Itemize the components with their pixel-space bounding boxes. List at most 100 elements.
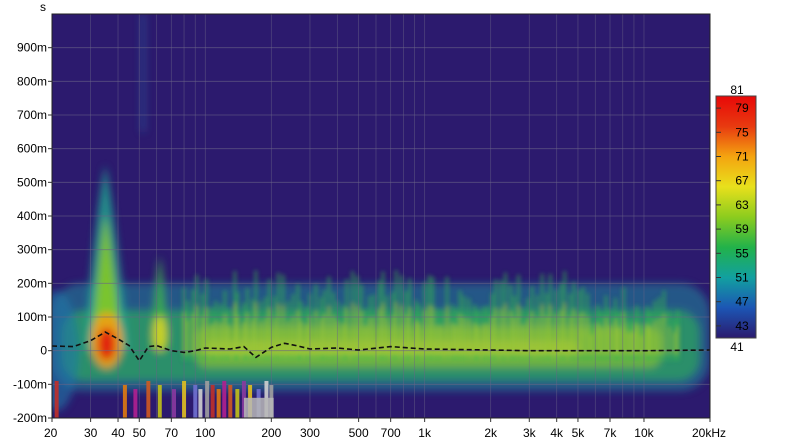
colorbar: 81 41 79 75 71 67 63 59 55 51 47 43 [715, 83, 757, 354]
ringing-streak-inner [186, 320, 189, 355]
y-tick-label: 900m [17, 41, 47, 55]
ringing-streak-inner [569, 316, 572, 355]
y-tick-label: 100m [17, 310, 47, 324]
impulse-bar [198, 389, 203, 418]
ringing-streak-inner [500, 308, 503, 355]
colorbar-tick-label: 63 [735, 198, 749, 212]
ringing-streak-inner [320, 318, 323, 355]
x-tick-label: 5k [572, 426, 586, 440]
ringing-streak-inner [600, 327, 603, 355]
x-tick-label: 7k [604, 426, 618, 440]
ringing-streak-inner [459, 314, 462, 355]
impulse-bar [235, 389, 240, 418]
ringing-streak-inner [264, 318, 267, 355]
ringing-streak-inner [545, 316, 548, 355]
ringing-streak-inner [513, 317, 516, 355]
impulse-bar [182, 380, 187, 418]
x-tick-label: 2k [484, 426, 498, 440]
spectrogram-chart: 900m 800m 700m 600m 500m 400m 300m 200m 100m 0 -10… [13, 0, 757, 440]
ringing-streak-inner [653, 320, 656, 355]
ringing-streak-inner [446, 306, 449, 355]
x-axis: 20 30 40 50 70 100 200 300 500 700 1k 2k 3k 4k 5k 7k 10k… [44, 418, 726, 440]
impulse-bar [122, 385, 127, 418]
ringing-streak-inner [440, 325, 443, 355]
ringing-streak-inner [522, 324, 525, 355]
impulse-bar [210, 385, 215, 418]
ringing-streak-inner [300, 321, 303, 355]
y-tick-label: -100m [13, 377, 47, 391]
ringing-streak-inner [195, 305, 198, 355]
x-tick-label: 30 [84, 426, 98, 440]
ringing-streak-inner [351, 302, 354, 355]
y-tick-label: 400m [17, 209, 47, 223]
ringing-streak-inner [504, 303, 507, 355]
ringing-streak-inner [467, 319, 470, 355]
ringing-streak-inner [201, 316, 204, 355]
y-tick-label: 600m [17, 142, 47, 156]
ringing-streak-inner [646, 324, 649, 355]
impulse-block [243, 397, 274, 418]
impulse-bar [172, 389, 177, 418]
y-tick-label: 300m [17, 243, 47, 257]
ringing-streak-inner [635, 323, 638, 355]
impulse-bar [133, 389, 138, 418]
y-axis-unit-label: s [40, 0, 46, 14]
impulse-bar [205, 380, 210, 418]
x-tick-label: 20kHz [692, 426, 726, 440]
colorbar-tick-label: 51 [735, 271, 749, 285]
ringing-streak-inner [381, 303, 384, 355]
y-tick-label: 0 [40, 344, 47, 358]
x-tick-label: 3k [523, 426, 537, 440]
x-tick-label: 100 [195, 426, 215, 440]
colorbar-tick-label: 79 [735, 101, 749, 115]
colorbar-tick-label: 59 [735, 222, 749, 236]
ringing-streak-inner [282, 304, 285, 355]
x-tick-label: 50 [133, 426, 147, 440]
x-tick-label: 500 [349, 426, 369, 440]
x-tick-label: 200 [261, 426, 281, 440]
ringing-streak-inner [536, 317, 539, 355]
ringing-streak-inner [491, 316, 494, 355]
ringing-streak-inner [526, 319, 529, 355]
ringing-streak-inner [210, 324, 213, 355]
ringing-streak-inner [391, 315, 394, 355]
colorbar-tick-label: 67 [735, 174, 749, 188]
x-tick-label: 4k [550, 426, 564, 440]
x-tick-label: 300 [300, 426, 320, 440]
ringing-streak-inner [259, 320, 262, 355]
colorbar-tick-label: 43 [735, 319, 749, 333]
x-tick-label: 1k [418, 426, 432, 440]
ringing-streak-inner [191, 314, 194, 355]
x-tick-label: 700 [381, 426, 401, 440]
ringing-streak-inner [605, 317, 608, 355]
ringing-streak-inner [663, 314, 666, 355]
ringing-streak-inner [586, 316, 589, 355]
ringing-streak-inner [327, 306, 330, 355]
ringing-streak-inner [431, 306, 434, 355]
y-tick-label: 200m [17, 276, 47, 290]
impulse-bar [146, 380, 151, 418]
colorbar-tick-label: 55 [735, 246, 749, 260]
y-axis: 900m 800m 700m 600m 500m 400m 300m 200m 100m 0 -10… [13, 41, 52, 425]
impulse-bar [228, 385, 233, 418]
ringing-streak-inner [368, 317, 371, 355]
ringing-streak-inner [581, 312, 584, 355]
ringing-streak-inner [277, 303, 280, 355]
ringing-streak-inner [563, 302, 566, 355]
ringing-streak-inner [614, 319, 617, 355]
ringing-streak-inner [428, 305, 431, 355]
vertical-artifact [141, 14, 146, 132]
ringing-streak-inner [233, 302, 236, 355]
ringing-streak-inner [494, 308, 497, 355]
ringing-streak-inner [254, 302, 257, 355]
ringing-streak-inner [345, 307, 348, 355]
ringing-streak-inner [549, 304, 552, 355]
ringing-streak-inner [273, 317, 276, 355]
ringing-streak-inner [287, 320, 290, 355]
x-tick-label: 40 [111, 426, 125, 440]
y-tick-label: -200m [13, 411, 47, 425]
ringing-streak-inner [305, 324, 308, 355]
colorbar-tick-label: 75 [735, 125, 749, 139]
colorbar-tick-label: 47 [735, 295, 749, 309]
colorbar-tick-label: 71 [735, 150, 749, 164]
